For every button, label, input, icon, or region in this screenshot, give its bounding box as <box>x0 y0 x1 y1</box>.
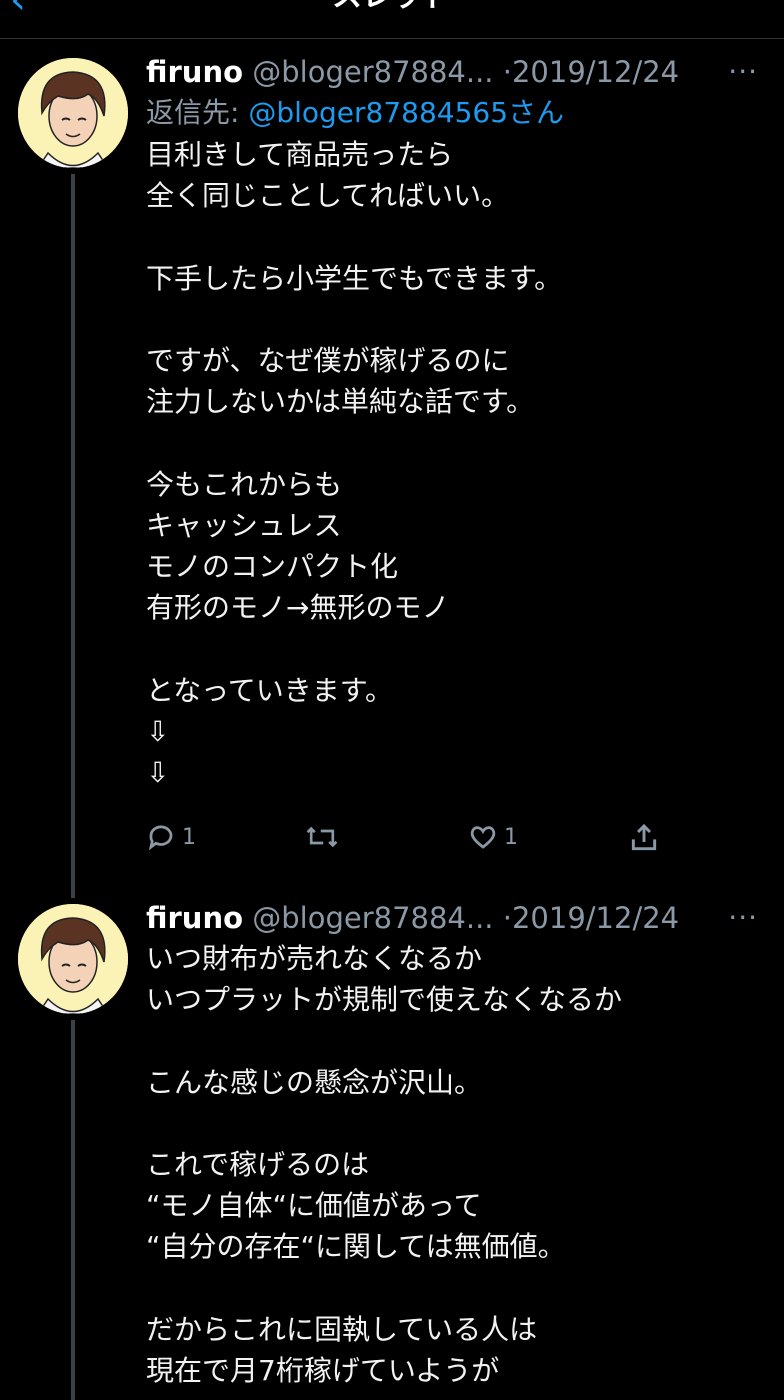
like-icon <box>470 826 496 849</box>
author-handle[interactable]: @bloger87884... <box>252 55 493 89</box>
like-button[interactable]: 1 <box>468 822 518 852</box>
tweet-2[interactable]: firuno @bloger87884... ·2019/12/24 ··· い… <box>0 898 784 1400</box>
tweet-header: firuno @bloger87884... ·2019/12/24 ··· <box>146 52 776 92</box>
top-bar: ‹ スレッド <box>0 0 784 39</box>
thread-line <box>71 1020 75 1400</box>
thread-line <box>71 174 75 898</box>
page-title: スレッド <box>0 0 784 12</box>
retweet-icon <box>306 826 338 848</box>
share-button[interactable] <box>628 822 660 854</box>
tweet-header: firuno @bloger87884... ·2019/12/24 ··· <box>146 898 776 938</box>
more-icon[interactable]: ··· <box>728 52 758 92</box>
separator-dot: · <box>502 901 512 935</box>
author-handle[interactable]: @bloger87884... <box>252 901 493 935</box>
retweet-button[interactable] <box>304 822 346 852</box>
reply-to-label: 返信先: <box>146 96 240 129</box>
share-icon <box>631 823 657 851</box>
tweet-text: いつ財布が売れなくなるか いつプラットが規制で使えなくなるか こんな感じの懸念が… <box>146 942 623 1388</box>
reply-button[interactable]: 1 <box>146 822 196 852</box>
reply-icon <box>148 825 173 851</box>
tweet-text: 目利きして商品売ったら 全く同じことしてればいい。 下手したら小学生でもできます… <box>146 138 563 790</box>
like-count: 1 <box>504 824 518 850</box>
avatar-illustration <box>18 58 128 168</box>
reply-to: 返信先: @bloger87884565さん <box>146 92 776 134</box>
avatar[interactable] <box>18 58 128 168</box>
reply-count: 1 <box>182 824 196 850</box>
more-icon[interactable]: ··· <box>728 898 758 938</box>
separator-dot: · <box>502 55 512 89</box>
tweet-date[interactable]: 2019/12/24 <box>512 901 679 935</box>
reply-mention-link[interactable]: @bloger87884565さん <box>248 96 564 129</box>
author-name[interactable]: firuno <box>146 55 243 89</box>
avatar-illustration <box>18 904 128 1014</box>
avatar[interactable] <box>18 904 128 1014</box>
tweet-1[interactable]: firuno @bloger87884... ·2019/12/24 ··· 返… <box>0 52 784 898</box>
author-name[interactable]: firuno <box>146 901 243 935</box>
tweet-date[interactable]: 2019/12/24 <box>512 55 679 89</box>
tweet-actions: 1 1 <box>146 822 706 870</box>
